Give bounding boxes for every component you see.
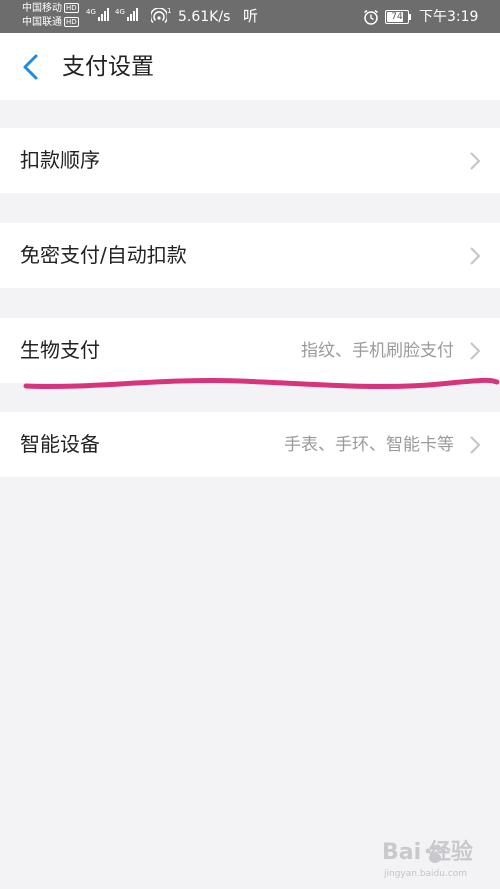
battery-tip: [409, 14, 411, 20]
chevron-right-icon: [470, 342, 481, 360]
status-time: 下午3:19: [419, 9, 479, 25]
back-button[interactable]: [18, 53, 44, 81]
row-deduction-order[interactable]: 扣款顺序: [0, 128, 500, 193]
hotspot-icon: [151, 8, 167, 24]
signal-1-icon: 4G: [86, 8, 109, 21]
network-2-label: 4G: [115, 8, 125, 16]
row-subtitle: 手表、手环、智能卡等: [284, 435, 454, 455]
ear-icon: 听: [243, 7, 259, 25]
row-label: 免密支付/自动扣款: [20, 243, 187, 267]
carrier-1: 中国移动 HD: [22, 3, 79, 15]
alarm-icon: [364, 9, 378, 25]
hotspot-count: 1: [167, 7, 172, 15]
page-title: 支付设置: [62, 54, 154, 80]
battery-icon: 74: [385, 10, 409, 24]
hd-badge: HD: [64, 17, 79, 27]
row-subtitle: 指纹、手机刷脸支付: [301, 341, 454, 361]
carrier-2-label: 中国联通: [22, 17, 62, 28]
nav-bar: 支付设置: [0, 33, 500, 100]
row-label: 生物支付: [20, 338, 100, 362]
chevron-right-icon: [470, 436, 481, 454]
row-smart-devices[interactable]: 智能设备 手表、手环、智能卡等: [0, 412, 500, 477]
row-label: 智能设备: [20, 432, 100, 456]
chevron-right-icon: [470, 152, 481, 170]
network-speed: 5.61K/s: [178, 9, 231, 25]
row-biometric-payment[interactable]: 生物支付 指纹、手机刷脸支付: [0, 318, 500, 383]
carrier-1-label: 中国移动: [22, 3, 62, 14]
watermark-site: jingyan.baidu.com: [384, 869, 468, 879]
chevron-right-icon: [470, 247, 481, 265]
battery-level: 74: [391, 12, 403, 22]
status-bar: 中国移动 HD 中国联通 HD 4G 4G 1 5.61K/s 听 74 下午3:1…: [0, 0, 500, 33]
watermark: Bai 经验 jingyan.baidu.com: [382, 840, 492, 884]
hd-badge: HD: [64, 3, 79, 13]
network-1-label: 4G: [86, 8, 96, 16]
chevron-left-icon: [23, 54, 38, 80]
paw-icon: [425, 844, 446, 863]
row-password-free-payment[interactable]: 免密支付/自动扣款: [0, 223, 500, 288]
carrier-2: 中国联通 HD: [22, 17, 79, 29]
row-label: 扣款顺序: [20, 148, 100, 172]
signal-2-icon: 4G: [115, 8, 138, 21]
